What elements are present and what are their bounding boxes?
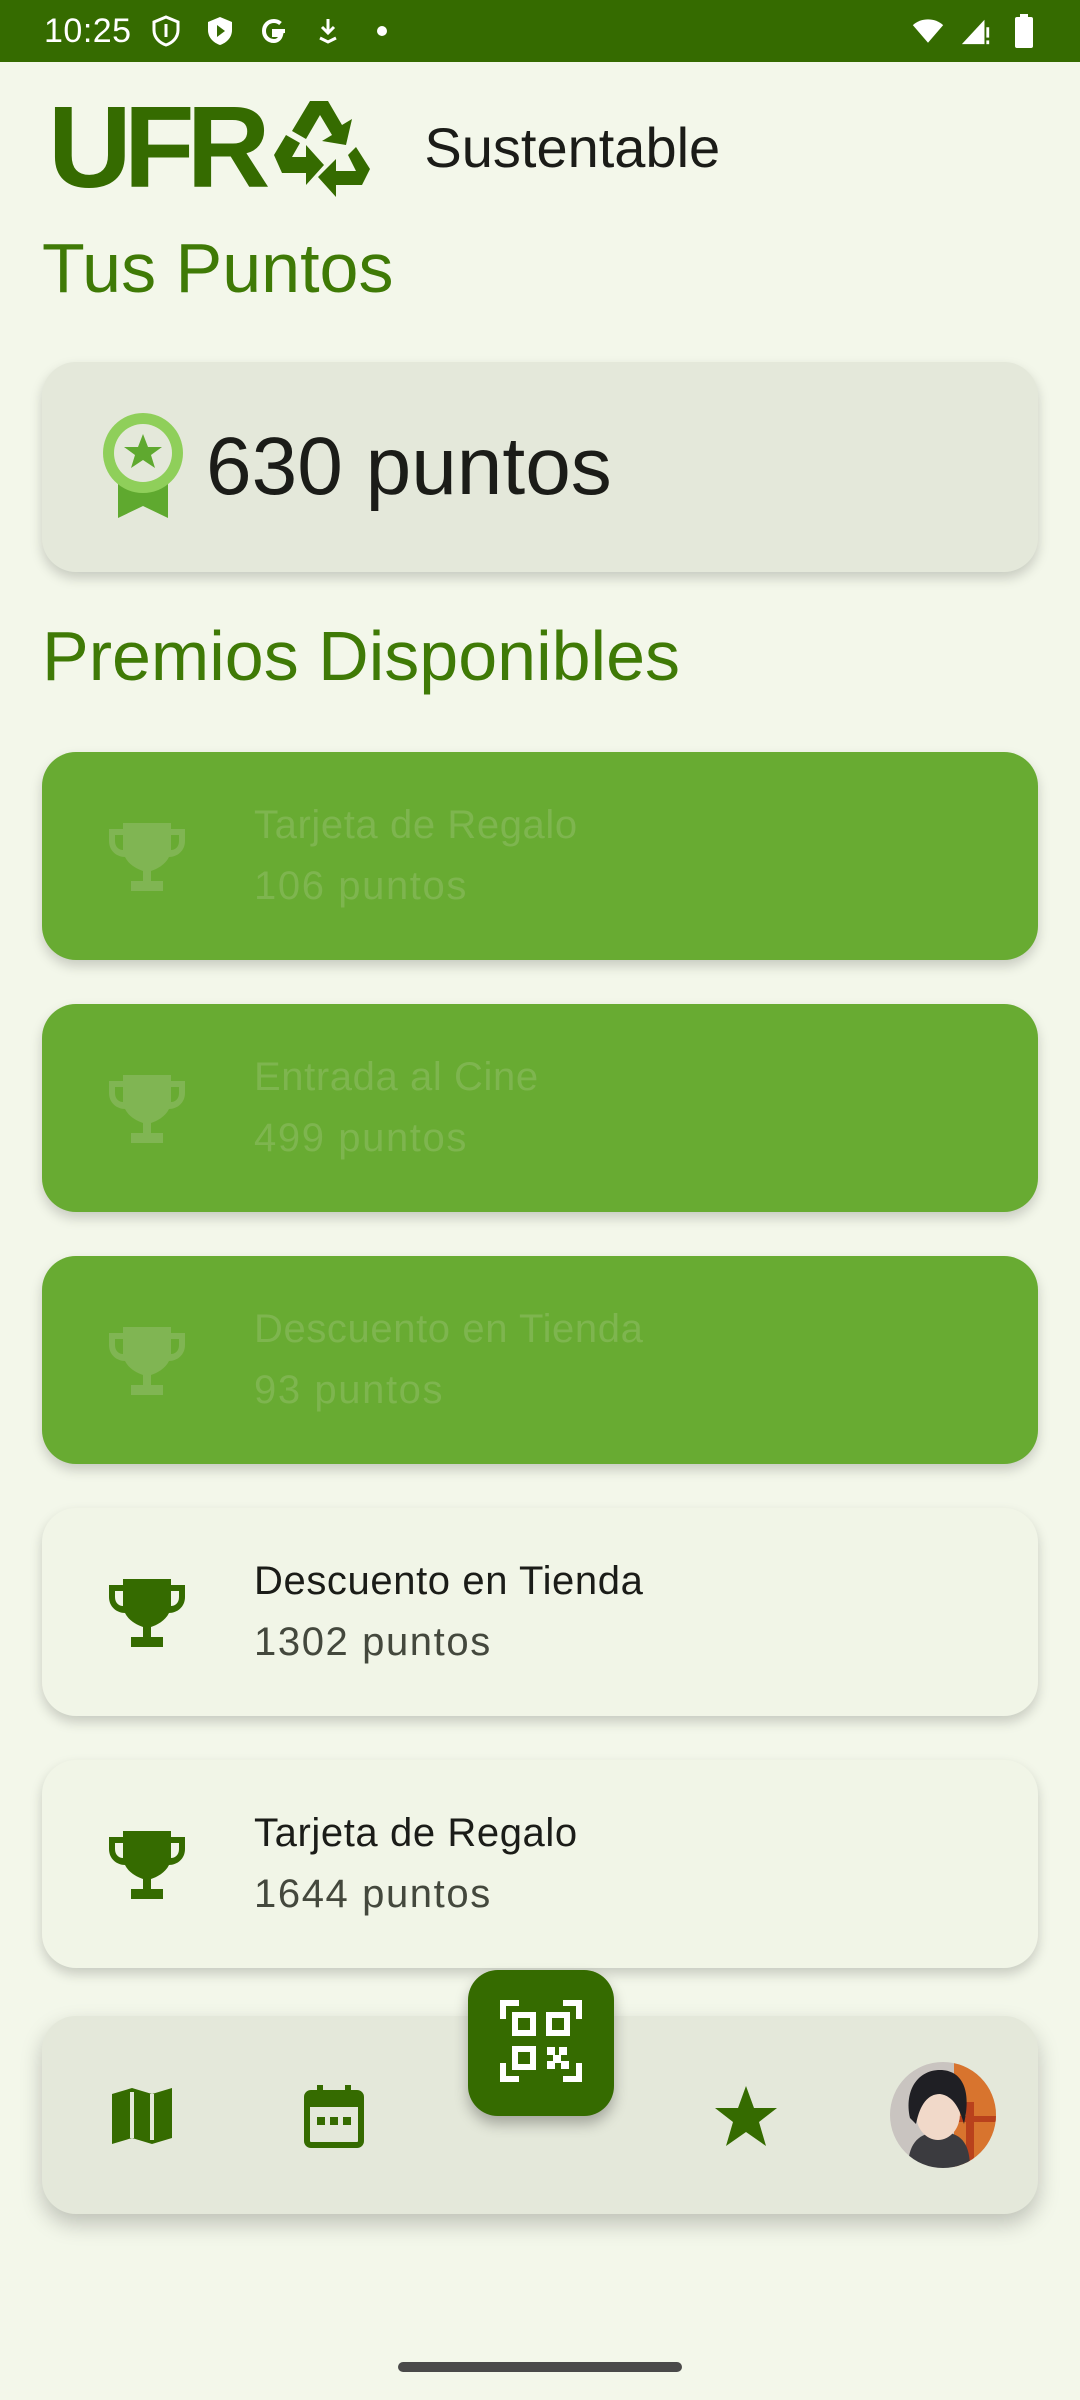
- points-title: Tus Puntos: [42, 229, 394, 307]
- prize-text: Tarjeta de Regalo 106 puntos: [254, 803, 578, 909]
- app-header: UFR Sustentable: [48, 89, 721, 205]
- prize-text: Descuento en Tienda 93 puntos: [254, 1307, 643, 1413]
- avatar[interactable]: [890, 2062, 996, 2168]
- wifi-icon: [912, 15, 944, 47]
- home-indicator[interactable]: [398, 2362, 682, 2372]
- qr-scan-icon: [499, 1999, 583, 2088]
- prize-card[interactable]: Descuento en Tienda 93 puntos: [42, 1256, 1038, 1464]
- status-left-icons: [150, 15, 398, 47]
- prize-name: Entrada al Cine: [254, 1055, 539, 1099]
- prize-points: 106 puntos: [254, 864, 468, 908]
- prize-card[interactable]: Tarjeta de Regalo 106 puntos: [42, 752, 1038, 960]
- prizes-title: Premios Disponibles: [42, 617, 681, 695]
- prize-card[interactable]: Tarjeta de Regalo 1644 puntos: [42, 1760, 1038, 1968]
- qr-scan-button[interactable]: [468, 1970, 614, 2116]
- prize-card[interactable]: Descuento en Tienda 1302 puntos: [42, 1508, 1038, 1716]
- dot-icon: [366, 15, 398, 47]
- trophy-icon: [104, 1065, 190, 1151]
- calendar-icon[interactable]: [282, 2064, 386, 2168]
- prize-points: 499 puntos: [254, 1116, 468, 1160]
- play-protect-icon: [204, 15, 236, 47]
- logo-text: UFR: [48, 82, 270, 212]
- points-value: 630 puntos: [206, 421, 612, 512]
- prize-name: Tarjeta de Regalo: [254, 1811, 578, 1855]
- prize-text: Descuento en Tienda 1302 puntos: [254, 1559, 643, 1665]
- prize-name: Tarjeta de Regalo: [254, 803, 578, 847]
- recycle-icon: [266, 93, 378, 202]
- prize-name: Descuento en Tienda: [254, 1307, 644, 1351]
- battery-icon: [1008, 14, 1040, 48]
- status-bar: 10:25: [0, 0, 1080, 62]
- trophy-icon: [104, 1569, 190, 1655]
- prize-name: Descuento en Tienda: [254, 1559, 644, 1603]
- prize-points: 93 puntos: [254, 1368, 445, 1412]
- map-icon[interactable]: [90, 2064, 194, 2168]
- prize-text: Tarjeta de Regalo 1644 puntos: [254, 1811, 578, 1917]
- trophy-icon: [104, 1317, 190, 1403]
- signal-icon: [960, 15, 992, 47]
- award-icon: [102, 412, 184, 523]
- star-icon[interactable]: [694, 2064, 798, 2168]
- trophy-icon: [104, 813, 190, 899]
- prize-text: Entrada al Cine 499 puntos: [254, 1055, 539, 1161]
- status-time: 10:25: [44, 11, 132, 50]
- points-card: 630 puntos: [42, 362, 1038, 572]
- download-icon: [312, 15, 344, 47]
- trophy-icon: [104, 1821, 190, 1907]
- app-subtitle: Sustentable: [424, 115, 721, 179]
- app-logo: UFR: [48, 89, 378, 205]
- shield-icon: [150, 15, 182, 47]
- status-right-icons: [912, 0, 1040, 62]
- prize-points: 1302 puntos: [254, 1620, 492, 1664]
- google-icon: [258, 15, 290, 47]
- prize-points: 1644 puntos: [254, 1872, 492, 1916]
- prize-card[interactable]: Entrada al Cine 499 puntos: [42, 1004, 1038, 1212]
